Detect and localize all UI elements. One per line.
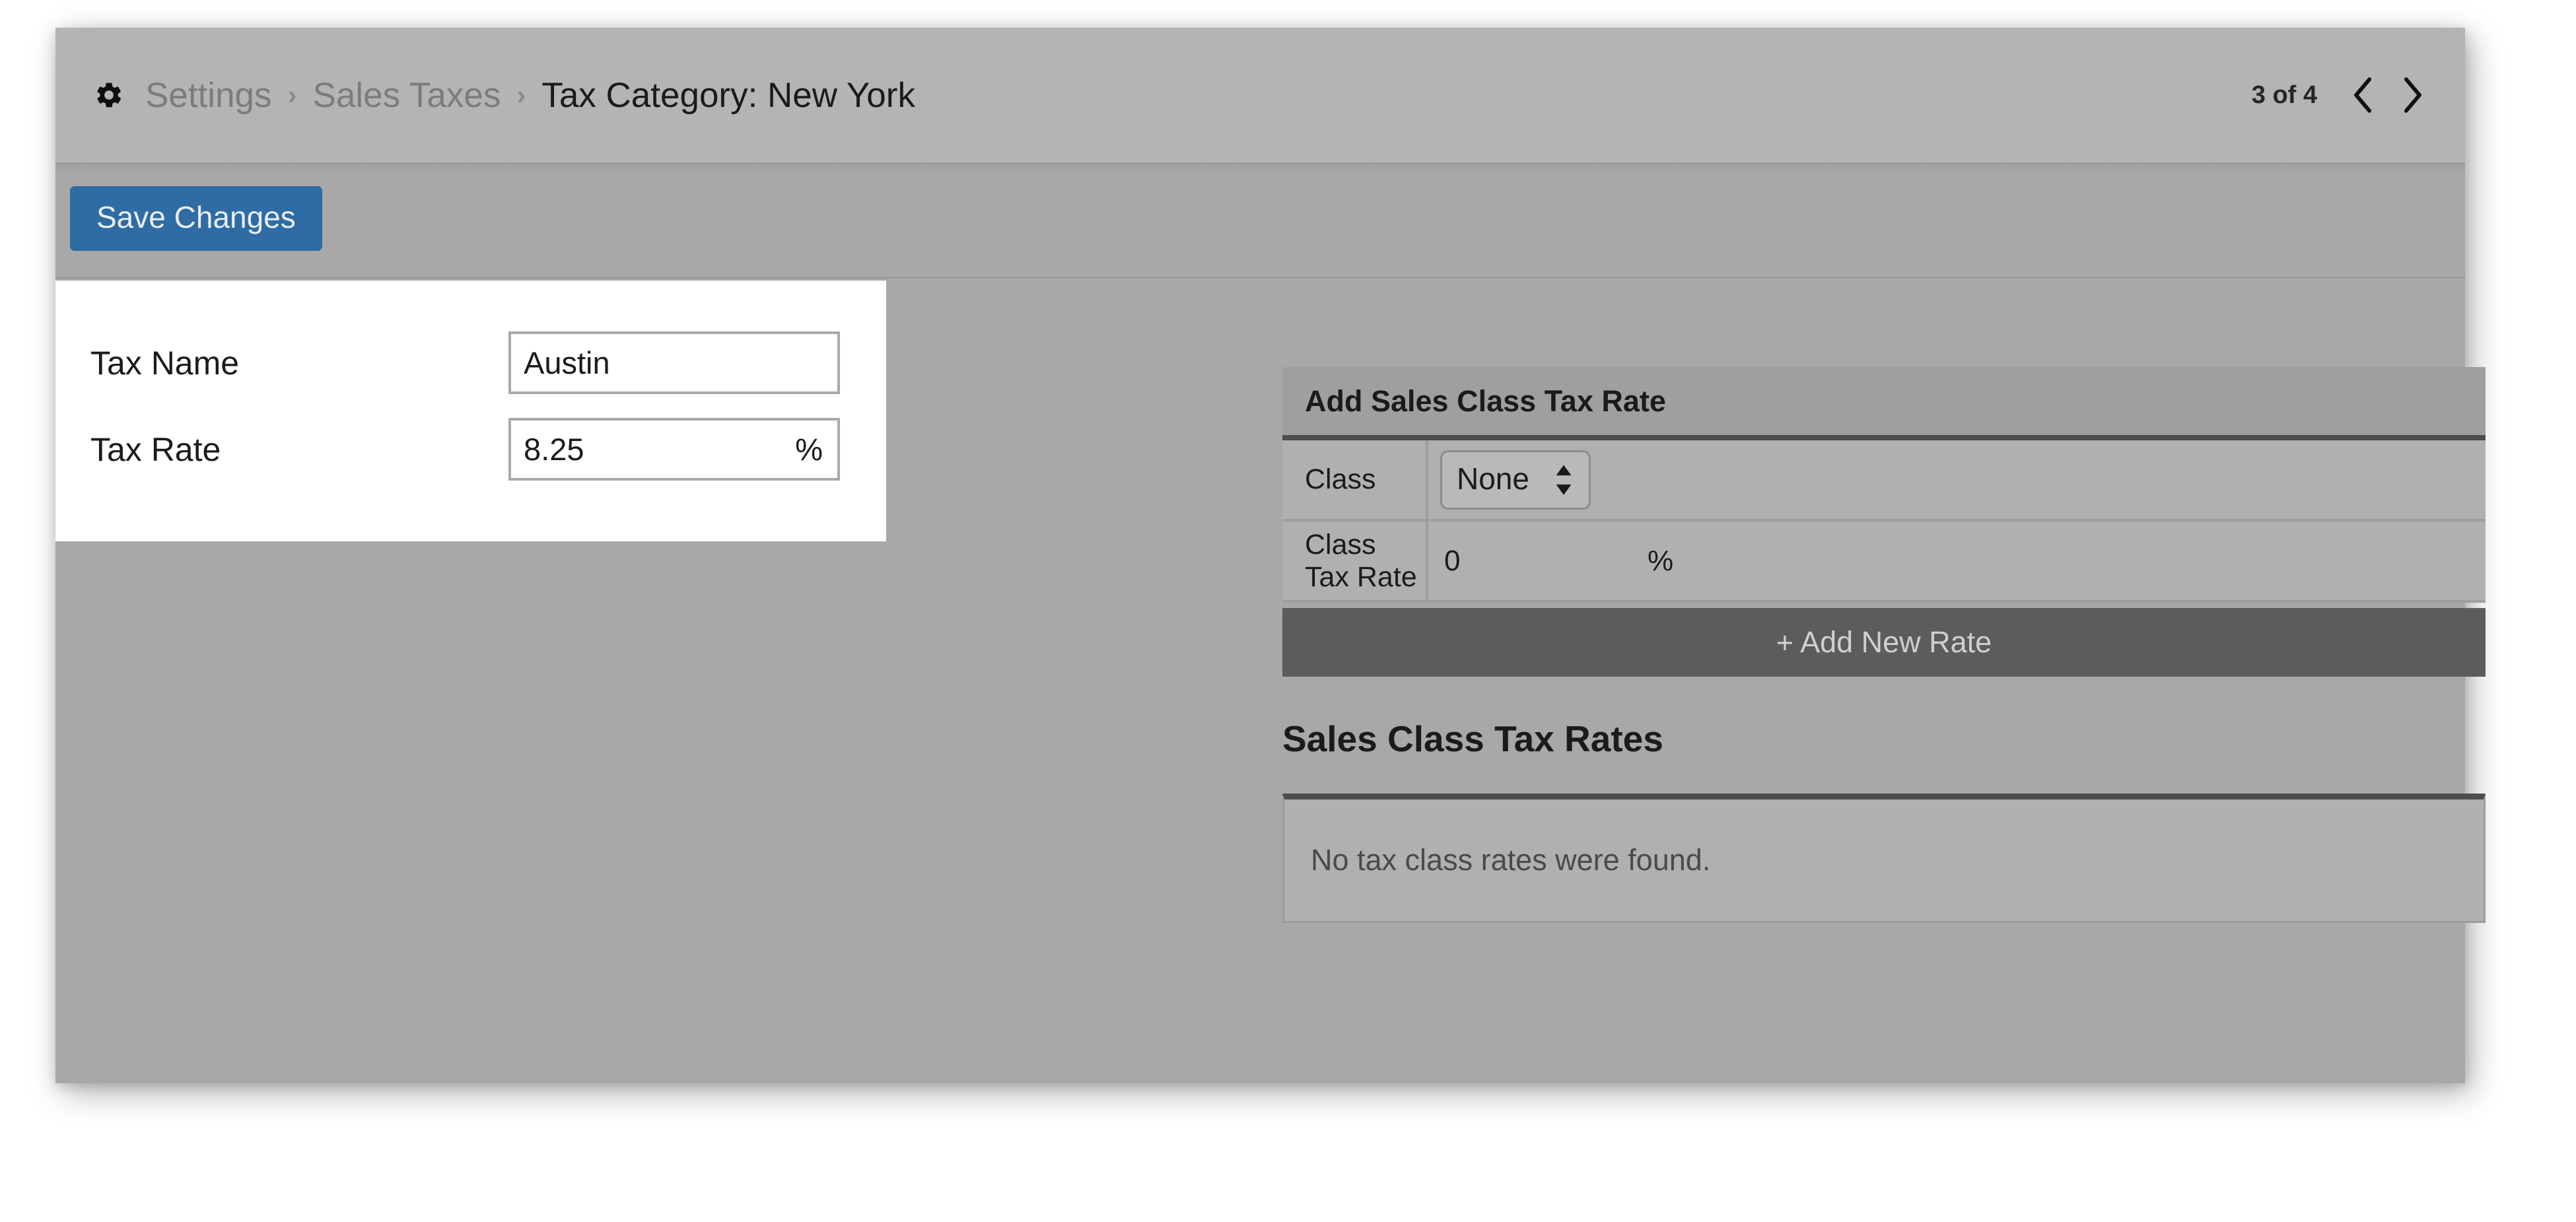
class-tax-rate-field-cell[interactable]: 0 % (1426, 522, 2486, 600)
tax-name-input[interactable] (511, 334, 837, 391)
form-row-tax-rate: Tax Rate % (90, 418, 886, 481)
plus-icon: + (1776, 625, 1794, 660)
action-toolbar: Save Changes (55, 162, 2465, 279)
sales-class-tax-rates-heading: Sales Class Tax Rates (1282, 718, 1663, 759)
window-body: Tax Name Tax Rate % Add Sales Class Tax … (55, 279, 2486, 1083)
add-new-rate-label: Add New Rate (1800, 625, 1992, 659)
breadcrumb-separator: › (287, 79, 297, 110)
form-row-tax-name: Tax Name (90, 331, 886, 394)
record-pager: 3 of 4 (2252, 75, 2427, 115)
tax-rate-input[interactable] (511, 421, 837, 478)
add-sales-class-tax-rate-panel: Add Sales Class Tax Rate Class None Clas… (1282, 367, 2486, 603)
breadcrumb-separator: › (516, 79, 526, 110)
class-tax-rate-percent-suffix: % (1648, 544, 1674, 577)
table-row-class-tax-rate: Class Tax Rate 0 % (1282, 522, 2486, 603)
save-changes-button[interactable]: Save Changes (70, 186, 322, 251)
tax-details-form: Tax Name Tax Rate % (55, 281, 886, 541)
chevron-right-icon[interactable] (2398, 75, 2427, 115)
add-rate-panel-title: Add Sales Class Tax Rate (1282, 367, 2486, 440)
sales-class-tax-rates-list: No tax class rates were found. (1282, 794, 2486, 923)
class-select[interactable]: None (1440, 450, 1591, 510)
class-select-wrap: None (1440, 450, 1591, 510)
tax-name-label: Tax Name (90, 344, 240, 382)
breadcrumb-item-sales-taxes[interactable]: Sales Taxes (313, 75, 501, 116)
class-tax-rate-value[interactable]: 0 (1440, 545, 1460, 578)
table-row-class: Class None (1282, 440, 2486, 522)
pager-count-label: 3 of 4 (2251, 81, 2317, 109)
empty-state-message: No tax class rates were found. (1311, 843, 1711, 877)
app-window: Settings › Sales Taxes › Tax Category: N… (55, 28, 2486, 1083)
gear-icon (94, 80, 129, 110)
breadcrumb: Settings › Sales Taxes › Tax Category: N… (94, 75, 2252, 116)
window-header: Settings › Sales Taxes › Tax Category: N… (55, 28, 2465, 162)
breadcrumb-item-current: Tax Category: New York (541, 75, 915, 115)
breadcrumb-item-settings[interactable]: Settings (145, 75, 272, 116)
tax-name-field-wrap (508, 331, 840, 394)
class-field-cell: None (1426, 440, 2486, 519)
tax-rate-field-wrap: % (508, 418, 840, 481)
chevron-left-icon[interactable] (2349, 75, 2378, 115)
tax-rate-label: Tax Rate (90, 430, 221, 468)
add-new-rate-button[interactable]: + Add New Rate (1282, 608, 2486, 677)
class-tax-rate-label: Class Tax Rate (1305, 528, 1417, 593)
class-label: Class (1305, 463, 1376, 495)
